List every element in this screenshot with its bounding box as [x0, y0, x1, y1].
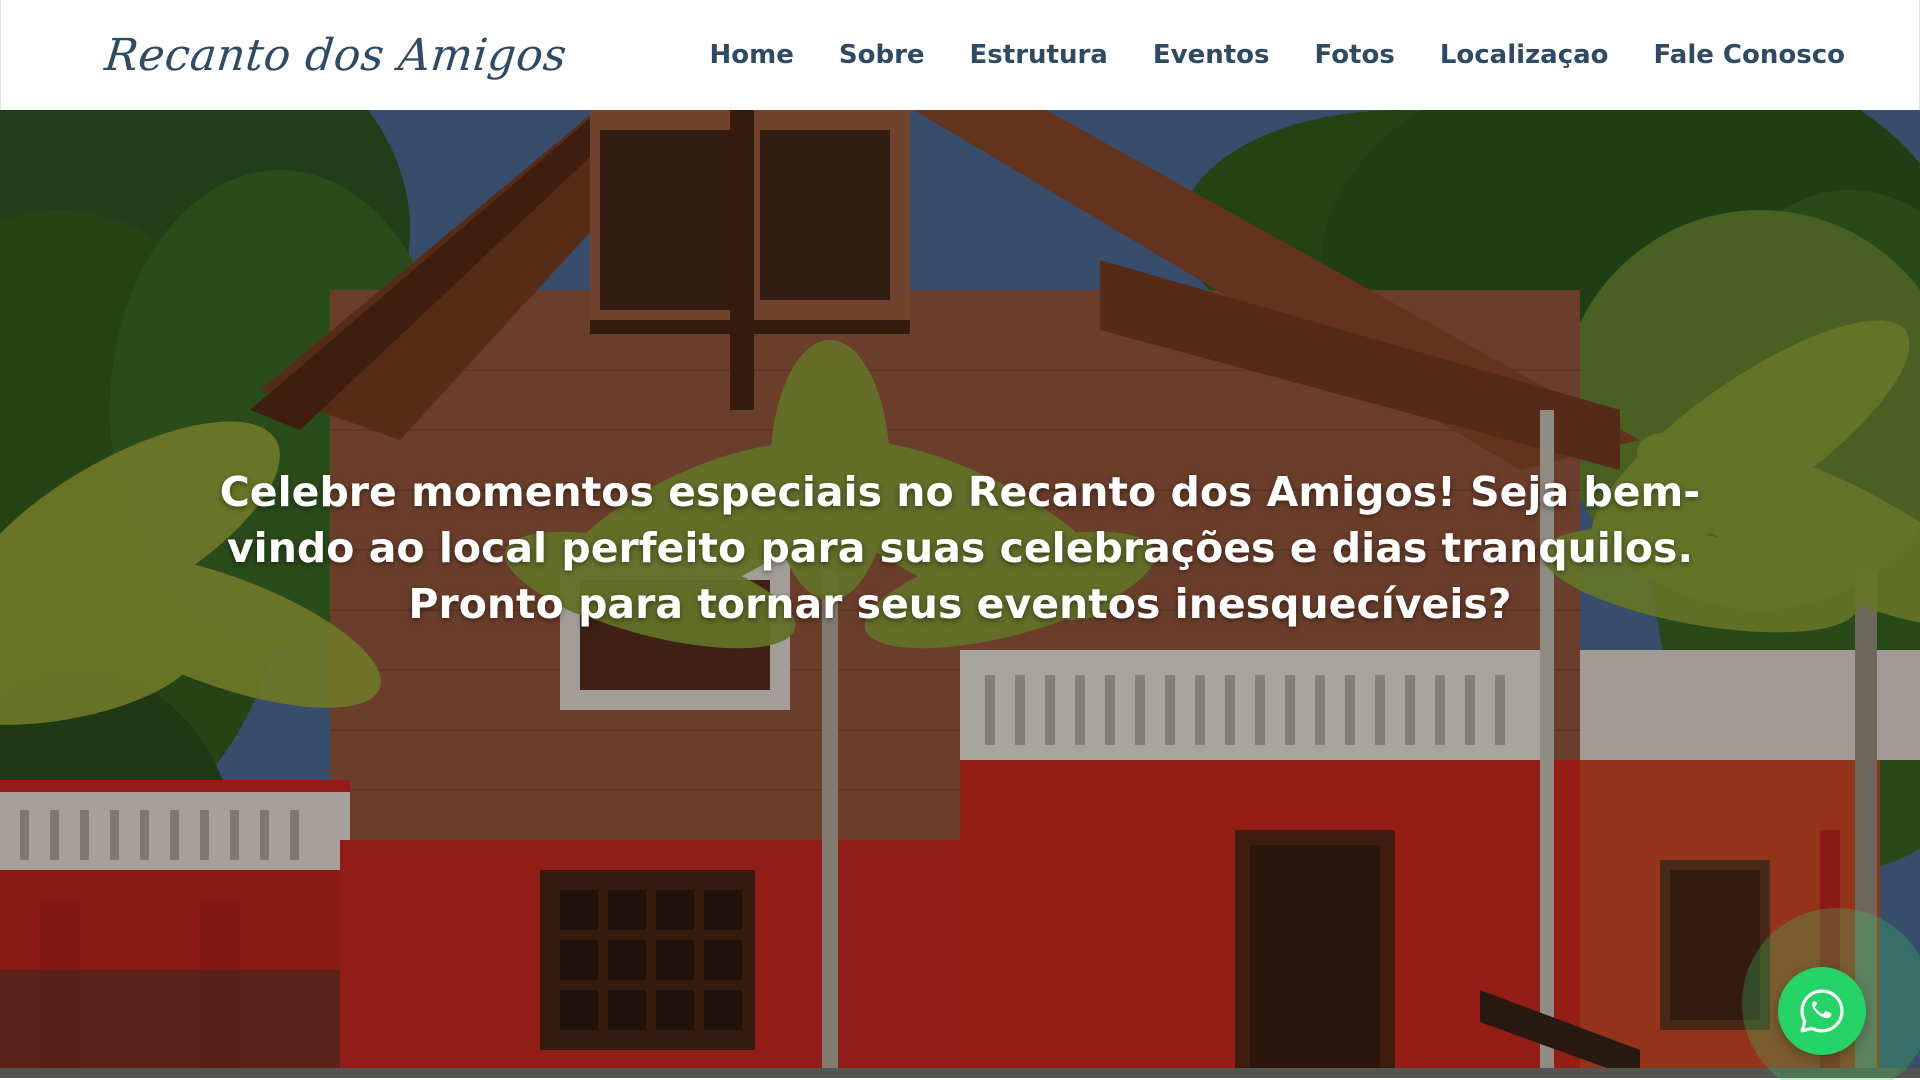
- site-logo[interactable]: Recanto dos Amigos: [102, 30, 569, 81]
- nav-link-eventos[interactable]: Eventos: [1153, 40, 1270, 70]
- nav-link-home[interactable]: Home: [710, 40, 794, 70]
- hero-heading-line-1: Celebre momentos especiais no Recanto do…: [219, 468, 1701, 516]
- hero-heading-line-3: Pronto para tornar seus eventos inesquec…: [408, 580, 1512, 628]
- whatsapp-icon: [1796, 985, 1848, 1037]
- nav-link-fale-conosco[interactable]: Fale Conosco: [1654, 40, 1845, 70]
- nav-link-estrutura[interactable]: Estrutura: [970, 40, 1108, 70]
- hero-heading-line-2: vindo ao local perfeito para suas celebr…: [226, 524, 1694, 572]
- main-nav: Home Sobre Estrutura Eventos Fotos Local…: [710, 40, 1845, 70]
- nav-link-localizacao[interactable]: Localizaçao: [1440, 40, 1609, 70]
- nav-link-fotos[interactable]: Fotos: [1314, 40, 1394, 70]
- whatsapp-button[interactable]: [1778, 967, 1866, 1055]
- site-header: Recanto dos Amigos Home Sobre Estrutura …: [0, 0, 1920, 110]
- hero-heading: Celebre momentos especiais no Recanto do…: [190, 464, 1730, 632]
- nav-link-sobre[interactable]: Sobre: [839, 40, 925, 70]
- hero-section: Celebre momentos especiais no Recanto do…: [0, 110, 1920, 1080]
- page: Recanto dos Amigos Home Sobre Estrutura …: [0, 0, 1920, 1080]
